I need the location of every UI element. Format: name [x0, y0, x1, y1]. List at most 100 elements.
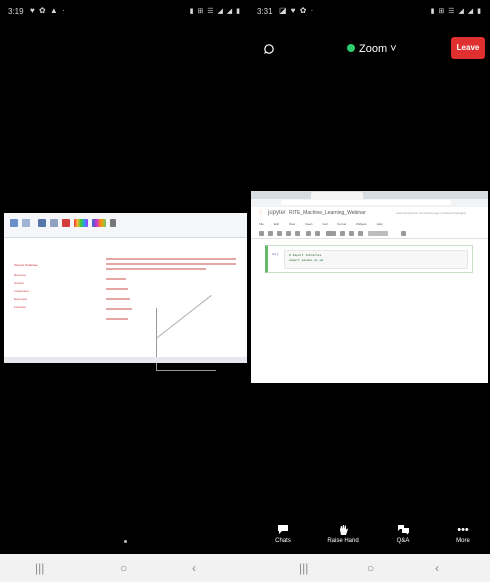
graph-x-axis [156, 370, 216, 371]
menu-edit[interactable]: Edit [274, 222, 279, 226]
list-item: Expenses [14, 297, 28, 301]
notification-icons: ◪ ♥ ✿ · [279, 6, 315, 15]
page-indicator-dot [124, 540, 127, 543]
add-cell-icon[interactable] [268, 231, 273, 236]
stop-icon[interactable] [340, 231, 345, 236]
text-line [106, 278, 126, 280]
list-item: Revenue [14, 273, 27, 277]
text-line [106, 298, 130, 300]
zoom-bottom-toolbar: Chats Raise Hand Q&A ••• More [249, 520, 490, 554]
jupyter-menu-bar: File Edit View Insert Cell Kernel Widget… [259, 222, 392, 229]
run-icon[interactable] [326, 231, 336, 236]
home-button[interactable]: ○ [367, 561, 374, 575]
jupyter-brand: jupyter [268, 210, 287, 216]
qa-icon [382, 524, 424, 537]
meeting-title-dropdown[interactable]: Zoom ˅ [359, 43, 397, 55]
cell-prompt: In [ ]: [272, 252, 279, 256]
cut-icon[interactable] [277, 231, 282, 236]
notebook-title[interactable]: RITE_Machine_Learning_Webinar [289, 210, 366, 216]
code-line: # Import libraries [289, 254, 322, 257]
home-button[interactable]: ○ [120, 561, 127, 575]
move-down-icon[interactable] [315, 231, 320, 236]
menu-file[interactable]: File [259, 222, 264, 226]
jupyter-toolbar [251, 229, 488, 239]
paint-status-bar [4, 357, 247, 363]
menu-help[interactable]: Help [377, 222, 383, 226]
shared-screen-jupyter[interactable]: ◌ jupyter RITE_Machine_Learning_Webinar … [251, 191, 488, 383]
edit-colors-icon [110, 219, 116, 227]
notification-icons: ♥ ✿ ▲ · [30, 6, 66, 15]
list-item: Forecast [14, 305, 26, 309]
copy-icon[interactable] [286, 231, 291, 236]
color-palette-icon [92, 219, 106, 227]
text-line [106, 288, 128, 290]
jupyter-logo-icon: ◌ [259, 210, 263, 216]
graph-line [156, 294, 212, 339]
list-item: Investment [14, 289, 29, 293]
back-button[interactable]: ‹ [192, 561, 196, 575]
browser-address-bar [251, 199, 488, 207]
zoom-meeting-header: Zoom ˅ Leave [249, 22, 490, 74]
move-up-icon[interactable] [306, 231, 311, 236]
menu-view[interactable]: View [289, 222, 295, 226]
system-status-icons: ▮ ⊞ ☰ ◢ ◢ ▮ [430, 8, 482, 15]
color-palette-icon [74, 219, 88, 227]
raise-hand-button[interactable]: Raise Hand [322, 524, 364, 544]
text-line [106, 318, 128, 320]
browser-tab-bar [251, 191, 488, 199]
leave-button[interactable]: Leave [451, 37, 485, 59]
url-field[interactable] [281, 200, 451, 205]
paint-ribbon-toolbar [4, 213, 247, 238]
code-line: import pandas as pd [289, 259, 324, 262]
more-label: More [456, 538, 470, 544]
qa-label: Q&A [396, 538, 410, 544]
code-cell[interactable]: In [ ]: # Import libraries import pandas… [265, 245, 473, 273]
list-item: Sample Database [14, 263, 38, 267]
paste-icon[interactable] [295, 231, 300, 236]
command-palette-icon[interactable] [401, 231, 406, 236]
encryption-shield-icon [347, 44, 355, 52]
status-bar: 3:31 ◪ ♥ ✿ · ▮ ⊞ ☰ ◢ ◢ ▮ [249, 0, 490, 22]
list-item: Growth [14, 281, 24, 285]
text-line [106, 268, 206, 270]
menu-insert[interactable]: Insert [305, 222, 313, 226]
android-nav-bar: ||| ○ ‹ [0, 554, 249, 582]
save-icon[interactable] [259, 231, 264, 236]
fast-forward-icon[interactable] [358, 231, 363, 236]
status-time: 3:31 [257, 7, 273, 16]
paint-canvas[interactable]: Sample Database Revenue Growth Investmen… [4, 238, 247, 371]
paint-tool-icon [22, 219, 30, 227]
paint-color-icon [62, 219, 70, 227]
recent-apps-button[interactable]: ||| [299, 561, 308, 575]
back-button[interactable]: ‹ [435, 561, 439, 575]
menu-cell[interactable]: Cell [322, 222, 327, 226]
qa-button[interactable]: Q&A [382, 524, 424, 544]
status-bar: 3:19 ♥ ✿ ▲ · ▮ ⊞ ☰ ◢ ◢ ▮ [0, 0, 249, 22]
text-line [106, 258, 236, 260]
cell-type-select[interactable] [368, 231, 388, 236]
raise-hand-label: Raise Hand [327, 538, 359, 544]
chats-label: Chats [275, 538, 291, 544]
paint-tool-icon [50, 219, 58, 227]
code-editor[interactable]: # Import libraries import pandas as pd [284, 250, 468, 269]
paint-tool-icon [10, 219, 18, 227]
chats-button[interactable]: Chats [262, 524, 304, 544]
android-nav-bar: ||| ○ ‹ [249, 554, 490, 582]
raise-hand-icon [322, 524, 364, 537]
more-button[interactable]: ••• More [442, 524, 484, 544]
text-line [106, 263, 236, 265]
camera-switch-icon[interactable] [263, 43, 275, 55]
system-status-icons: ▮ ⊞ ☰ ◢ ◢ ▮ [189, 8, 241, 15]
left-phone-screen: 3:19 ♥ ✿ ▲ · ▮ ⊞ ☰ ◢ ◢ ▮ Sample Database… [0, 0, 249, 582]
recent-apps-button[interactable]: ||| [35, 561, 44, 575]
browser-tab[interactable] [311, 192, 363, 199]
right-phone-screen: 3:31 ◪ ♥ ✿ · ▮ ⊞ ☰ ◢ ◢ ▮ Zoom ˅ Leave ◌ … [249, 0, 490, 582]
screenshot-pair: 3:19 ♥ ✿ ▲ · ▮ ⊞ ☰ ◢ ◢ ▮ Sample Database… [0, 0, 490, 582]
restart-icon[interactable] [349, 231, 354, 236]
text-line [106, 308, 132, 310]
chat-icon [262, 524, 304, 537]
checkpoint-status: Last Checkpoint: 11 minutes ago (unsaved… [396, 211, 466, 215]
menu-kernel[interactable]: Kernel [337, 222, 346, 226]
shared-screen-paint[interactable]: Sample Database Revenue Growth Investmen… [4, 213, 247, 371]
menu-widgets[interactable]: Widgets [356, 222, 367, 226]
